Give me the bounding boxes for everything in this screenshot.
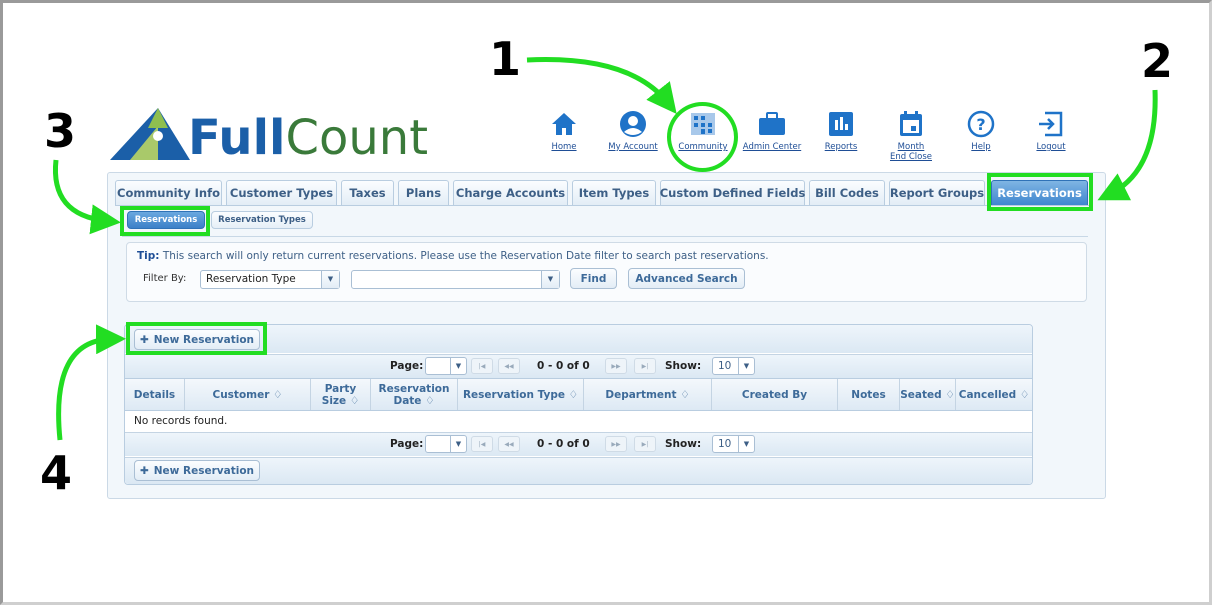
arrow-2 — [1097, 89, 1158, 201]
arrow-3 — [52, 159, 121, 235]
annotation-4: 4 — [40, 446, 73, 500]
annotation-arrows — [52, 57, 1158, 441]
annotation-2: 2 — [1141, 34, 1174, 88]
annotation-3: 3 — [44, 104, 77, 158]
arrow-1 — [526, 57, 677, 114]
arrow-4 — [56, 324, 126, 441]
annotation-1: 1 — [489, 32, 522, 86]
